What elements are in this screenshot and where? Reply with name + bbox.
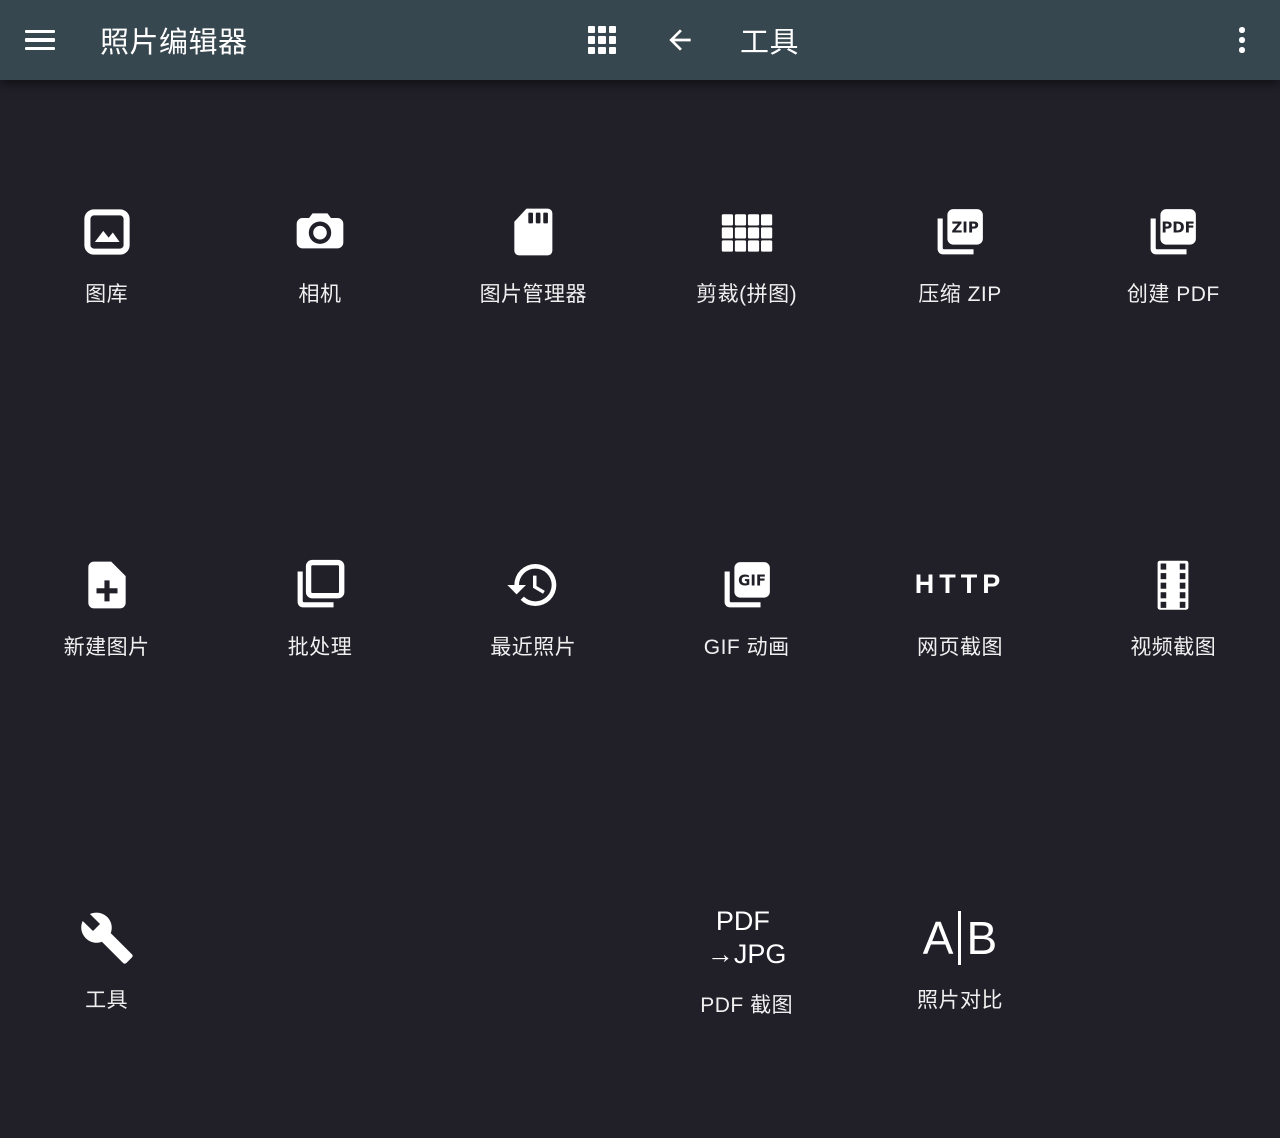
sheet-icon: ZIP (932, 204, 988, 260)
tool-video-screenshot[interactable]: 视频截图 (1067, 433, 1280, 786)
tool-label: 新建图片 (64, 631, 150, 661)
hamburger-menu-icon[interactable] (16, 16, 64, 64)
camera-icon (292, 204, 348, 260)
tool-recent-photos[interactable]: 最近照片 (427, 433, 640, 786)
http-text-icon: HTTP (915, 557, 1006, 613)
gallery-icon (79, 204, 135, 260)
history-icon (505, 557, 561, 613)
sheet-icon: PDF (1145, 204, 1201, 260)
tool-label: 相机 (298, 278, 341, 308)
ab-compare-icon: AB (923, 910, 997, 966)
tool-camera[interactable]: 相机 (213, 80, 426, 433)
tool-label: 视频截图 (1130, 631, 1216, 661)
tool-label: 图库 (85, 278, 128, 308)
copy-icon (292, 557, 348, 613)
tool-web-screenshot[interactable]: HTTP 网页截图 (853, 433, 1066, 786)
app-bar-left-pane: 照片编辑器 (0, 0, 640, 80)
pdf-jpg-text-icon: PDF→JPG (707, 905, 787, 971)
tool-compress-zip[interactable]: ZIP 压缩 ZIP (853, 80, 1066, 433)
more-vert-icon[interactable] (1218, 16, 1266, 64)
tool-photo-compare[interactable]: AB 照片对比 (853, 785, 1066, 1138)
apps-grid-icon[interactable] (578, 16, 626, 64)
pdf-to-jpg-text: PDF→JPG (707, 905, 787, 971)
collage-grid-icon (719, 204, 775, 260)
overflow-dots (1239, 27, 1245, 53)
app-bar-right-pane: 工具 (640, 0, 1280, 80)
http-text: HTTP (915, 569, 1006, 600)
tool-label: 批处理 (288, 631, 353, 661)
app-bar: 照片编辑器 工具 (0, 0, 1280, 80)
tool-gif-animation[interactable]: GIF GIF 动画 (640, 433, 853, 786)
tool-image-manager[interactable]: 图片管理器 (427, 80, 640, 433)
back-arrow-icon[interactable] (656, 16, 704, 64)
tool-label: 压缩 ZIP (918, 278, 1002, 308)
sheet-icon: GIF (719, 557, 775, 613)
tool-label: 网页截图 (917, 631, 1003, 661)
tool-label: 工具 (85, 984, 128, 1014)
svg-text:GIF: GIF (738, 572, 766, 590)
tool-label: GIF 动画 (704, 631, 790, 661)
sd-card-icon (505, 204, 561, 260)
tool-label: 剪裁(拼图) (696, 278, 797, 308)
tool-tools[interactable]: 工具 (0, 785, 213, 1138)
tool-new-image[interactable]: 新建图片 (0, 433, 213, 786)
hamburger-bars (25, 30, 55, 51)
tool-batch-process[interactable]: 批处理 (213, 433, 426, 786)
ab-compare-text: AB (923, 911, 997, 965)
tool-pdf-screenshot[interactable]: PDF→JPG PDF 截图 (640, 785, 853, 1138)
tool-label: 创建 PDF (1127, 278, 1220, 308)
tool-label: 图片管理器 (480, 278, 588, 308)
tool-label: 最近照片 (490, 631, 576, 661)
tool-crop-collage[interactable]: 剪裁(拼图) (640, 80, 853, 433)
page-title: 工具 (740, 19, 799, 61)
note-add-icon (79, 557, 135, 613)
apps-grid-dots (588, 26, 616, 54)
tool-gallery[interactable]: 图库 (0, 80, 213, 433)
app-title: 照片编辑器 (100, 19, 248, 61)
filmstrip-icon (1145, 557, 1201, 613)
svg-text:ZIP: ZIP (951, 219, 978, 237)
tool-label: PDF 截图 (700, 989, 793, 1019)
svg-text:PDF: PDF (1162, 219, 1196, 237)
tool-create-pdf[interactable]: PDF 创建 PDF (1067, 80, 1280, 433)
tool-label: 照片对比 (917, 984, 1003, 1014)
tool-grid: 图库 相机 图片管理器 剪裁(拼图) ZIP 压缩 ZIP PDF 创建 PDF 新建图… (0, 80, 1280, 1138)
wrench-icon (79, 910, 135, 966)
